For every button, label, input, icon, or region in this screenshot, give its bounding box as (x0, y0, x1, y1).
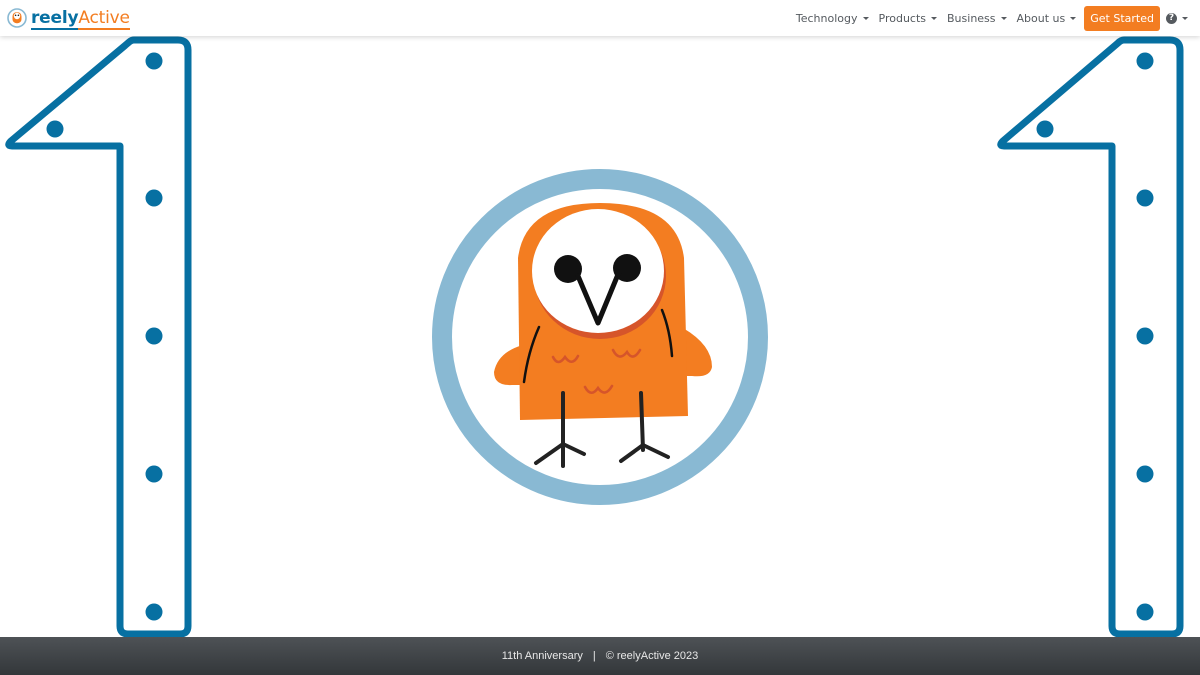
digit-one-left (5, 36, 192, 637)
led-dot (1136, 465, 1154, 483)
digit-one-right (997, 36, 1184, 637)
led-dot (145, 465, 163, 483)
caret-down-icon (862, 16, 869, 20)
nav-technology[interactable]: Technology (796, 12, 869, 25)
help-menu[interactable]: ? (1166, 12, 1188, 24)
led-dot (46, 120, 64, 138)
hero-scene (5, 36, 1184, 637)
footer-separator: | (592, 650, 596, 662)
nav-technology-label: Technology (795, 11, 858, 25)
brand-name-part2: Active (78, 8, 130, 30)
nav-products-label: Products (878, 11, 927, 25)
nav-business[interactable]: Business (947, 12, 1007, 25)
brand-name: reelyActive (31, 5, 130, 31)
caret-down-icon (931, 16, 938, 20)
nav-business-label: Business (947, 11, 996, 25)
anniversary-text: 11th Anniversary (501, 650, 583, 662)
top-navbar: reelyActive Technology Products Business… (0, 0, 1200, 36)
led-dot (1136, 603, 1154, 621)
led-dot (145, 189, 163, 207)
caret-down-icon (1000, 16, 1007, 20)
copyright-text: © reelyActive 2023 (605, 650, 699, 662)
led-dot (145, 52, 163, 70)
nav-products[interactable]: Products (879, 12, 938, 25)
brand-link[interactable]: reelyActive (7, 5, 130, 31)
led-dot (1136, 189, 1154, 207)
led-dot (145, 603, 163, 621)
led-dot (1136, 52, 1154, 70)
brand-name-part1: reely (31, 8, 79, 30)
question-circle-icon: ? (1166, 12, 1177, 24)
nav-about-us-label: About us (1016, 11, 1066, 25)
main-nav: Technology Products Business About us Ge… (786, 5, 1188, 31)
caret-down-icon (1182, 16, 1188, 20)
led-dot (1036, 120, 1054, 138)
site-footer: 11th Anniversary | © reelyActive 2023 (0, 637, 1200, 675)
owl-face (532, 209, 664, 333)
owl-logo-icon (7, 8, 27, 28)
led-dot (145, 327, 163, 345)
led-dot (1136, 327, 1154, 345)
get-started-button[interactable]: Get Started (1084, 5, 1160, 31)
owl-mascot (432, 169, 768, 505)
nav-about-us[interactable]: About us (1017, 12, 1077, 25)
caret-down-icon (1070, 16, 1077, 20)
